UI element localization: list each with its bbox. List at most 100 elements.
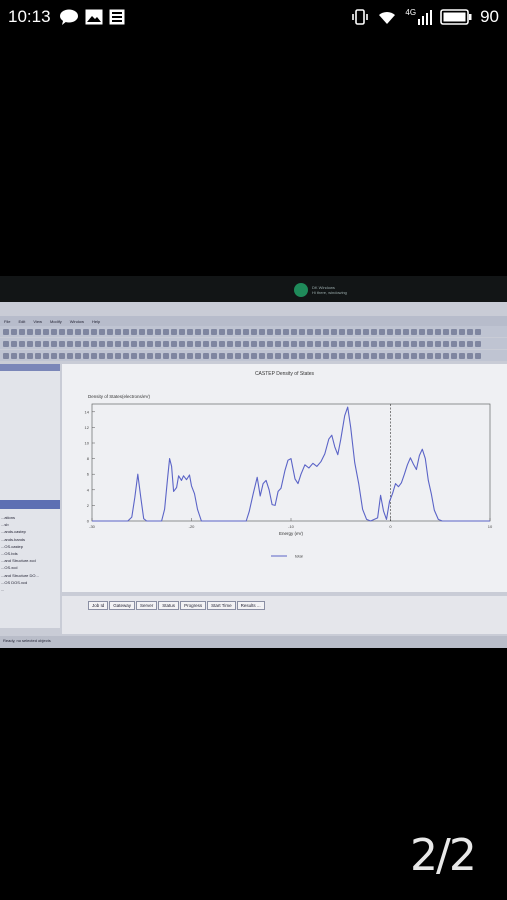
list-item[interactable]: ...OS DOS.xcd [1,579,60,586]
toolbar-button[interactable] [427,352,433,359]
toolbar-button[interactable] [139,328,145,335]
toolbar-button[interactable] [459,352,465,359]
toolbar-button[interactable] [11,328,17,335]
toolbar-button[interactable] [43,328,49,335]
list-item[interactable]: ...ands.bands [1,536,60,543]
list-item[interactable]: ...ations [1,514,60,521]
toolbar-button[interactable] [315,340,321,347]
toolbar-button[interactable] [211,340,217,347]
toolbar-button[interactable] [283,352,289,359]
toolbar-button[interactable] [291,328,297,335]
toolbar-button[interactable] [315,328,321,335]
toolbar-button[interactable] [163,340,169,347]
toolbar-button[interactable] [19,328,25,335]
toolbar-button[interactable] [363,352,369,359]
toolbar-button[interactable] [451,340,457,347]
toolbar-button[interactable] [299,352,305,359]
toolbar-button[interactable] [435,340,441,347]
toolbar-button[interactable] [179,352,185,359]
toolbar-button[interactable] [99,328,105,335]
toolbar-button[interactable] [395,328,401,335]
toolbar-button[interactable] [115,352,121,359]
toolbar-button[interactable] [371,352,377,359]
toolbar-button[interactable] [291,352,297,359]
toolbar-button[interactable] [291,340,297,347]
list-item[interactable]: ...and Structure.xcd [1,557,60,564]
toolbar-button[interactable] [387,352,393,359]
column-progress[interactable]: Progress [180,601,207,610]
column-server[interactable]: Server [136,601,158,610]
toolbar-button[interactable] [235,328,241,335]
toolbar-button[interactable] [235,340,241,347]
toolbar-button[interactable] [315,352,321,359]
toolbar-button[interactable] [395,340,401,347]
list-item[interactable]: ... [1,586,60,593]
toolbar-button[interactable] [403,328,409,335]
toolbar-button[interactable] [123,352,129,359]
toolbar-button[interactable] [259,340,265,347]
toolbar-button[interactable] [363,328,369,335]
toolbar-button[interactable] [219,328,225,335]
toolbar-button[interactable] [11,352,17,359]
toolbar-button[interactable] [355,328,361,335]
toolbar-button[interactable] [347,328,353,335]
toolbar-button[interactable] [379,340,385,347]
toolbar-button[interactable] [427,340,433,347]
toolbar-button[interactable] [83,352,89,359]
toolbar-button[interactable] [67,340,73,347]
toolbar-button[interactable] [195,328,201,335]
toolbar-button[interactable] [451,328,457,335]
toolbar-button[interactable] [243,328,249,335]
toolbar-button[interactable] [123,340,129,347]
column-gateway[interactable]: Gateway [109,601,136,610]
toolbar-button[interactable] [75,340,81,347]
toolbar-button[interactable] [403,352,409,359]
toolbar-button[interactable] [227,340,233,347]
toolbar-button[interactable] [419,352,425,359]
list-item[interactable]: ...ands.castep [1,528,60,535]
toolbar-button[interactable] [107,328,113,335]
column-status[interactable]: Status [158,601,180,610]
menu-item-help[interactable]: Help [92,319,100,324]
toolbar-button[interactable] [227,328,233,335]
toolbar-button[interactable] [339,340,345,347]
toolbar-button[interactable] [251,352,257,359]
toolbar-button[interactable] [379,328,385,335]
toolbar-button[interactable] [411,328,417,335]
toolbar-button[interactable] [283,328,289,335]
toolbar-button[interactable] [219,352,225,359]
toolbar-button[interactable] [11,340,17,347]
toolbar-button[interactable] [459,328,465,335]
toolbar-button[interactable] [99,340,105,347]
toolbar-button[interactable] [451,352,457,359]
toolbar-button[interactable] [107,352,113,359]
toolbar-button[interactable] [43,352,49,359]
list-item[interactable]: ...sb [1,521,60,528]
menu-item-file[interactable]: File [4,319,10,324]
toolbar-button[interactable] [115,340,121,347]
toolbar-button[interactable] [83,340,89,347]
toolbar-button[interactable] [331,328,337,335]
toolbar-button[interactable] [147,328,153,335]
toolbar-button[interactable] [355,340,361,347]
toolbar-button[interactable] [203,328,209,335]
toolbar-button[interactable] [187,352,193,359]
toolbar-button[interactable] [355,352,361,359]
toolbar-button[interactable] [347,340,353,347]
list-item[interactable]: ...OS.castep [1,543,60,550]
toolbar-button[interactable] [3,340,9,347]
toolbar-button[interactable] [435,328,441,335]
toolbar-button[interactable] [139,340,145,347]
toolbar-button[interactable] [195,340,201,347]
list-item[interactable]: ...OS.bds [1,550,60,557]
toolbar-button[interactable] [283,340,289,347]
toolbar-button[interactable] [403,340,409,347]
toolbar-button[interactable] [27,352,33,359]
toolbar-button[interactable] [187,328,193,335]
toolbar-button[interactable] [267,340,273,347]
toolbar-button[interactable] [179,328,185,335]
toolbar-button[interactable] [275,340,281,347]
toolbar-button[interactable] [259,352,265,359]
toolbar-button[interactable] [131,328,137,335]
toolbar-button[interactable] [171,328,177,335]
